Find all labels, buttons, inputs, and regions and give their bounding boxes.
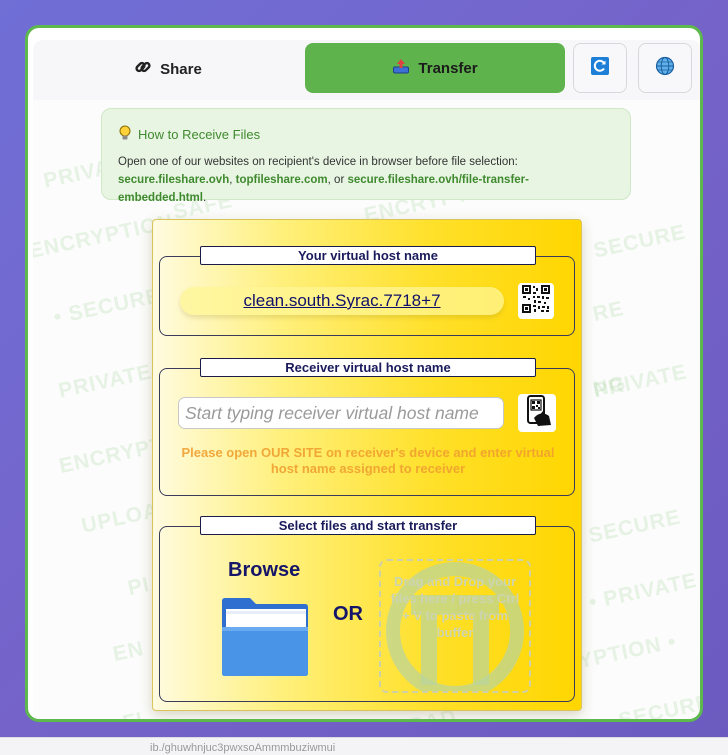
receiver-host-section: Receiver virtual host name Start typing … bbox=[159, 358, 575, 496]
site-link-1[interactable]: secure.fileshare.ovh bbox=[118, 174, 229, 186]
refresh-icon bbox=[590, 56, 610, 81]
scan-qr-button[interactable] bbox=[518, 394, 556, 432]
tab-share-label: Share bbox=[160, 60, 202, 78]
show-qr-button[interactable] bbox=[518, 283, 554, 319]
info-header: How to Receive Files bbox=[118, 125, 614, 144]
tab-transfer[interactable]: Transfer bbox=[305, 43, 565, 93]
info-text: Open one of our websites on recipient's … bbox=[118, 153, 614, 207]
watermark-text: SECURE bbox=[616, 690, 701, 720]
link-icon bbox=[134, 58, 152, 80]
browse-label[interactable]: Browse bbox=[228, 559, 300, 582]
main-card: Share Transfer PRIVATE SAFE ENCRYPTED • … bbox=[25, 25, 703, 722]
info-instructions: Open one of our websites on recipient's … bbox=[118, 156, 518, 168]
qr-code-icon bbox=[521, 283, 551, 319]
your-host-name[interactable]: clean.south.Syrac.7718+7 bbox=[180, 287, 504, 315]
file-select-legend: Select files and start transfer bbox=[200, 516, 536, 535]
bottom-text: ib./ghuwhnjuc3pwxsoAmmmbuziwmui bbox=[150, 742, 336, 754]
receiver-host-legend: Receiver virtual host name bbox=[200, 358, 536, 377]
upload-tray-icon bbox=[392, 57, 410, 79]
watermark-text: • PRIVATE bbox=[586, 568, 700, 615]
link-suffix: . bbox=[202, 192, 207, 204]
page-bottom-strip: ib./ghuwhnjuc3pwxsoAmmmbuziwmui bbox=[0, 737, 728, 755]
site-link-2[interactable]: topfileshare.com bbox=[236, 174, 328, 186]
info-title: How to Receive Files bbox=[138, 127, 261, 142]
watermark-text: SECURE bbox=[586, 505, 683, 548]
globe-icon bbox=[655, 56, 675, 81]
transfer-panel: Your virtual host name clean.south.Syrac… bbox=[152, 219, 582, 711]
tab-transfer-label: Transfer bbox=[418, 59, 478, 77]
watermark-text: • SECURE bbox=[51, 283, 163, 330]
or-separator: OR bbox=[333, 603, 363, 625]
language-button[interactable] bbox=[638, 43, 692, 93]
file-select-section: Select files and start transfer Browse O… bbox=[159, 516, 575, 702]
watermark-text: PI bbox=[125, 572, 152, 601]
watermark-text: YPTION • bbox=[576, 629, 679, 674]
your-host-section: Your virtual host name clean.south.Syrac… bbox=[159, 246, 575, 336]
tab-bar: Share Transfer bbox=[33, 40, 700, 100]
drop-zone-text: Drag and Drop your files here / press Ct… bbox=[390, 574, 520, 640]
watermark-text: RE bbox=[590, 297, 627, 327]
watermark-text: FI bbox=[121, 708, 146, 719]
receiver-host-input[interactable] bbox=[178, 397, 504, 429]
info-links: secure.fileshare.ovh, topfileshare.com, … bbox=[118, 171, 614, 207]
tab-share[interactable]: Share bbox=[38, 44, 298, 94]
lightbulb-icon bbox=[118, 125, 132, 144]
receiver-hint: Please open OUR SITE on receiver's devic… bbox=[181, 445, 555, 476]
transfer-content: PRIVATE SAFE ENCRYPTED • SECURE PRIVATE … bbox=[33, 100, 701, 720]
watermark-text: PRIVATE bbox=[56, 360, 155, 403]
browse-folder-button[interactable] bbox=[220, 597, 310, 682]
phone-scan-icon bbox=[520, 394, 554, 433]
refresh-button[interactable] bbox=[573, 43, 627, 93]
your-host-legend: Your virtual host name bbox=[200, 246, 536, 265]
drop-zone[interactable]: Drag and Drop your files here / press Ct… bbox=[379, 559, 531, 693]
watermark-text: SECURE bbox=[591, 220, 688, 263]
watermark-text: EN bbox=[110, 637, 147, 667]
receive-info-box: How to Receive Files Open one of our web… bbox=[101, 108, 631, 204]
link-separator: , or bbox=[327, 174, 348, 186]
folder-icon bbox=[220, 598, 310, 681]
